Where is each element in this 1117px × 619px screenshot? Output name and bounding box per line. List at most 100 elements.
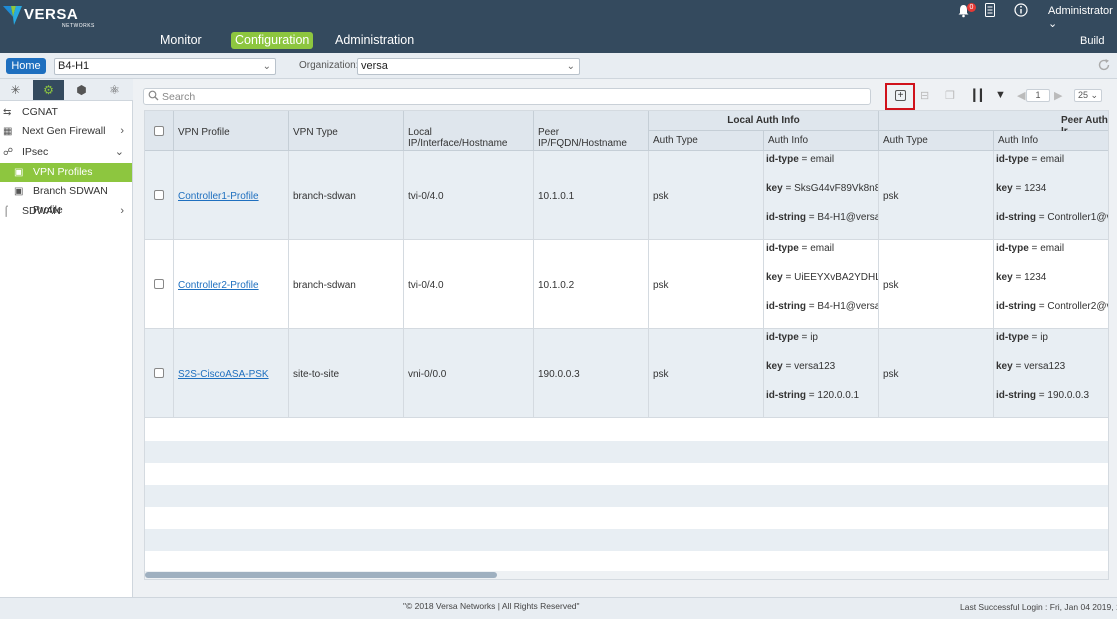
table-row[interactable]: Controller2-Profile branch-sdwan tvi-0/4.0… bbox=[145, 240, 1108, 329]
refresh-icon[interactable] bbox=[1097, 58, 1111, 72]
versa-logo[interactable]: VERSA NETWORKS bbox=[2, 3, 94, 29]
peer-ip-value: 10.1.0.1 bbox=[538, 191, 575, 202]
kv-value: ip bbox=[810, 332, 818, 343]
local-ip-value: tvi-0/4.0 bbox=[408, 191, 444, 202]
vpn-type-value: branch-sdwan bbox=[293, 280, 356, 291]
tab-configuration[interactable]: Configuration bbox=[231, 32, 314, 49]
local-auth-type-value: psk bbox=[653, 369, 669, 380]
tab-administration[interactable]: Administration bbox=[331, 32, 418, 49]
home-button[interactable]: Home bbox=[6, 58, 46, 74]
organization-select[interactable]: versa ⌄ bbox=[357, 58, 580, 75]
next-page-icon[interactable]: ▶ bbox=[1054, 89, 1062, 102]
peer-auth-info-cell: id-type = email key = 1234 id-string = C… bbox=[994, 240, 1108, 329]
services-icon[interactable]: ⚛ bbox=[99, 80, 130, 100]
vpn-profile-link[interactable]: Controller2-Profile bbox=[178, 280, 259, 291]
empty-table-row bbox=[145, 507, 1108, 529]
sidebar-item-ipsec[interactable]: ☍ IPsec ⌄ bbox=[0, 143, 132, 162]
empty-table-row bbox=[145, 441, 1108, 463]
sidebar-item-label: Next Gen Firewall bbox=[22, 125, 106, 137]
kv-value: 1234 bbox=[1024, 183, 1047, 194]
sidebar-item-vpn-profiles[interactable]: ▣ VPN Profiles bbox=[0, 163, 132, 182]
peer-key: key = versa123 bbox=[996, 361, 1066, 372]
prev-page-icon[interactable]: ◀ bbox=[1017, 89, 1025, 102]
peer-id-type: id-type = email bbox=[996, 243, 1065, 254]
table-row[interactable]: S2S-CiscoASA-PSK site-to-site vni-0/0.0 190… bbox=[145, 329, 1108, 418]
peer-id-type: id-type = email bbox=[996, 154, 1065, 165]
kv-label: id-string bbox=[996, 301, 1036, 312]
row-checkbox[interactable] bbox=[154, 279, 164, 289]
local-key: key = SksG44vF89Vk8n8g bbox=[766, 183, 878, 194]
kv-value: Controller1@v... bbox=[1047, 212, 1108, 223]
vpn-profile-link[interactable]: S2S-CiscoASA-PSK bbox=[178, 369, 269, 380]
row-select-cell bbox=[145, 329, 174, 418]
remove-icon[interactable]: ⊟ bbox=[920, 89, 929, 102]
clone-icon[interactable]: ❐ bbox=[945, 89, 955, 102]
column-header-local-auth-info[interactable]: Auth Info bbox=[764, 131, 879, 151]
column-header-peer-auth-type[interactable]: Auth Type bbox=[879, 131, 994, 151]
sidebar-item-cgnat[interactable]: ⇆ CGNAT bbox=[0, 103, 132, 122]
kv-label: id-string bbox=[996, 390, 1036, 401]
column-header-vpn-type[interactable]: VPN Type bbox=[289, 111, 404, 151]
plus-icon: + bbox=[895, 90, 906, 101]
sidebar-item-sdwan[interactable]: ⌠ SDWAN › bbox=[0, 202, 132, 221]
object-icon[interactable]: ⬢ bbox=[66, 80, 97, 100]
peer-auth-info-cell: id-type = ip key = versa123 id-string = … bbox=[994, 329, 1108, 418]
scrollbar-thumb[interactable] bbox=[145, 572, 497, 578]
columns-icon[interactable]: ┃┃ bbox=[971, 89, 984, 102]
chevron-down-icon: ⌄ bbox=[114, 146, 124, 158]
page-size-select[interactable]: 25 ⌄ bbox=[1074, 89, 1102, 102]
filter-icon[interactable]: ▼ bbox=[995, 89, 1006, 101]
table-row[interactable]: Controller1-Profile branch-sdwan tvi-0/4.0… bbox=[145, 151, 1108, 240]
peer-auth-type-value: psk bbox=[883, 369, 899, 380]
peer-key: key = 1234 bbox=[996, 183, 1047, 194]
notification-badge: 0 bbox=[967, 3, 976, 12]
page-number-input[interactable]: 1 bbox=[1026, 89, 1050, 102]
user-menu[interactable]: Administrator ⌄ bbox=[1048, 5, 1117, 30]
kv-label: id-type bbox=[766, 154, 799, 165]
search-bar[interactable] bbox=[143, 88, 871, 105]
column-header-local-auth-type[interactable]: Auth Type bbox=[649, 131, 764, 151]
vpn-type-cell: site-to-site bbox=[289, 329, 404, 418]
row-checkbox[interactable] bbox=[154, 368, 164, 378]
column-header-local-ip[interactable]: Local IP/Interface/Hostname bbox=[404, 111, 534, 151]
tab-monitor[interactable]: Monitor bbox=[156, 32, 206, 49]
build-link[interactable]: Build bbox=[1080, 35, 1104, 47]
local-auth-info-cell: id-type = ip key = versa123 id-string = … bbox=[764, 329, 879, 418]
network-icon[interactable]: ✳ bbox=[0, 80, 31, 100]
peer-key: key = 1234 bbox=[996, 272, 1047, 283]
local-id-type: id-type = email bbox=[766, 243, 835, 254]
search-input[interactable] bbox=[162, 90, 862, 103]
vpn-profile-link[interactable]: Controller1-Profile bbox=[178, 191, 259, 202]
column-header-peer-ip[interactable]: Peer IP/FQDN/Hostname bbox=[534, 111, 649, 151]
gear-icon[interactable]: ⚙ bbox=[33, 80, 64, 100]
kv-label: key bbox=[996, 361, 1013, 372]
column-header-vpn-profile[interactable]: VPN Profile bbox=[174, 111, 289, 151]
add-button[interactable]: + bbox=[885, 83, 915, 110]
peer-id-string: id-string = Controller2@v... bbox=[996, 301, 1108, 312]
sidebar-item-branch-sdwan-profile[interactable]: ▣ Branch SDWAN Profile bbox=[0, 182, 132, 216]
column-header-peer-auth-info[interactable]: Auth Info bbox=[994, 131, 1108, 151]
local-ip-value: vni-0/0.0 bbox=[408, 369, 447, 380]
sidebar-item-label: IPsec bbox=[22, 146, 49, 158]
sidebar-item-next-gen-firewall[interactable]: ▦ Next Gen Firewall › bbox=[0, 122, 132, 141]
vpn-type-cell: branch-sdwan bbox=[289, 151, 404, 240]
local-auth-type-value: psk bbox=[653, 280, 669, 291]
device-select[interactable]: B4-H1 ⌄ bbox=[54, 58, 276, 75]
row-checkbox[interactable] bbox=[154, 190, 164, 200]
info-icon[interactable] bbox=[1014, 3, 1028, 17]
peer-ip-value: 190.0.0.3 bbox=[538, 369, 580, 380]
peer-auth-info-cell: id-type = email key = 1234 id-string = C… bbox=[994, 151, 1108, 240]
tasks-icon[interactable] bbox=[985, 3, 995, 17]
select-all-checkbox[interactable] bbox=[154, 126, 164, 136]
vpn-type-value: site-to-site bbox=[293, 369, 340, 380]
local-auth-info-cell: id-type = email key = SksG44vF89Vk8n8g i… bbox=[764, 151, 879, 240]
column-group-label: Local Auth Info bbox=[727, 115, 800, 126]
device-select-value: B4-H1 bbox=[58, 60, 90, 72]
search-icon bbox=[148, 90, 159, 101]
kv-label: id-string bbox=[766, 390, 806, 401]
vpn-profiles-table: VPN Profile VPN Type Local IP/Interface/… bbox=[144, 110, 1109, 580]
sidebar-item-label: CGNAT bbox=[22, 106, 58, 118]
horizontal-scrollbar[interactable] bbox=[145, 571, 1108, 579]
kv-value: SksG44vF89Vk8n8g bbox=[794, 183, 878, 194]
kv-label: id-string bbox=[766, 301, 806, 312]
